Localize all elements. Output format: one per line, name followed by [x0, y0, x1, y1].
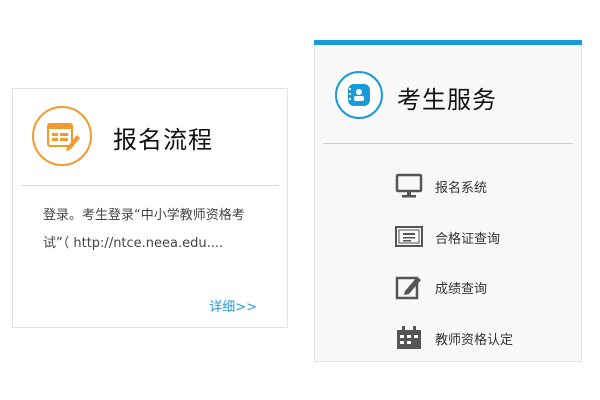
notebook-icon: [335, 71, 383, 119]
certificate-icon: [395, 224, 423, 250]
edit-pencil-icon: [395, 274, 423, 300]
candidate-services-title: 考生服务: [397, 86, 497, 114]
accent-bar: [314, 40, 582, 45]
service-label: 成绩查询: [435, 282, 488, 297]
details-link[interactable]: 详细>>: [209, 296, 257, 315]
calendar-icon: [395, 325, 423, 351]
monitor-icon: [395, 173, 423, 199]
candidate-services-card: 考生服务 报名系统 合格证查询 成绩查询 教师资格认定: [314, 40, 582, 362]
registration-process-card: 报名流程 登录。考生登录“中小学教师资格考试”（ http://ntce.nee…: [12, 88, 288, 328]
divider: [323, 143, 573, 144]
service-certificate-query[interactable]: 合格证查询: [395, 222, 565, 252]
service-teacher-qualification[interactable]: 教师资格认定: [395, 323, 565, 353]
form-edit-icon: [32, 106, 92, 166]
service-label: 合格证查询: [435, 232, 501, 247]
divider: [21, 185, 279, 186]
service-score-query[interactable]: 成绩查询: [395, 272, 565, 302]
service-label: 报名系统: [435, 181, 488, 196]
registration-process-title: 报名流程: [113, 126, 213, 154]
service-label: 教师资格认定: [435, 333, 514, 348]
registration-process-description: 登录。考生登录“中小学教师资格考试”（ http://ntce.neea.edu…: [43, 208, 245, 251]
service-registration-system[interactable]: 报名系统: [395, 171, 565, 201]
